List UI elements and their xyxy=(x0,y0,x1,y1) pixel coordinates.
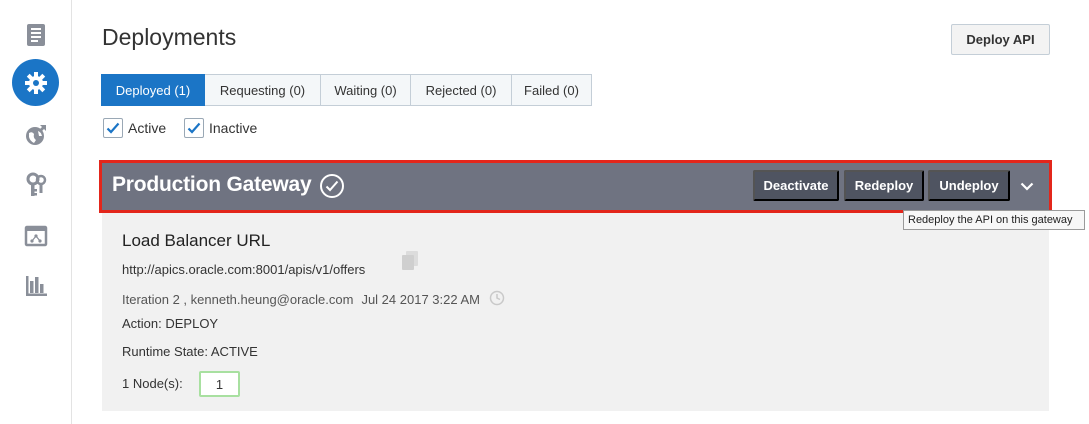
keys-icon[interactable] xyxy=(14,163,58,207)
nodes-input[interactable]: 1 xyxy=(199,371,240,397)
runtime-state-text: Runtime State: ACTIVE xyxy=(122,344,258,359)
bar-chart-icon[interactable] xyxy=(14,264,58,308)
tab-requesting[interactable]: Requesting (0) xyxy=(205,74,321,106)
iteration-user: Iteration 2 , kenneth.heung@oracle.com xyxy=(122,292,354,307)
redeploy-tooltip: Redeploy the API on this gateway xyxy=(903,210,1085,230)
status-tabs: Deployed (1) Requesting (0) Waiting (0) … xyxy=(101,74,592,106)
checkmark-icon xyxy=(187,122,201,134)
load-balancer-title: Load Balancer URL xyxy=(122,231,271,250)
checkmark-icon xyxy=(106,122,120,134)
active-checkbox[interactable] xyxy=(103,118,123,138)
tab-rejected[interactable]: Rejected (0) xyxy=(411,74,512,106)
nodes-label: 1 Node(s): xyxy=(122,376,183,391)
deploy-date: Jul 24 2017 3:22 AM xyxy=(361,292,480,307)
tab-failed[interactable]: Failed (0) xyxy=(512,74,592,106)
action-text: Action: DEPLOY xyxy=(122,316,219,331)
gateway-highlight-outline xyxy=(99,160,1052,213)
active-filter[interactable]: Active xyxy=(103,118,166,138)
iteration-info: Iteration 2 , kenneth.heung@oracle.com J… xyxy=(122,290,505,309)
page-title: Deployments xyxy=(102,24,237,50)
tab-deployed[interactable]: Deployed (1) xyxy=(101,74,205,106)
sidebar xyxy=(0,0,72,424)
load-balancer-url: http://apics.oracle.com:8001/apis/v1/off… xyxy=(122,262,366,277)
document-list-icon[interactable] xyxy=(14,13,58,57)
copy-icon[interactable] xyxy=(400,250,420,277)
gear-icon[interactable] xyxy=(12,59,59,106)
gateway-details: Load Balancer URL http://apics.oracle.co… xyxy=(102,213,1049,411)
app-window-icon[interactable] xyxy=(14,214,58,258)
clock-icon xyxy=(489,290,505,309)
active-label: Active xyxy=(128,120,167,136)
inactive-checkbox[interactable] xyxy=(184,118,204,138)
tab-waiting[interactable]: Waiting (0) xyxy=(321,74,411,106)
inactive-label: Inactive xyxy=(209,120,258,136)
deploy-api-button[interactable]: Deploy API xyxy=(951,24,1050,55)
inactive-filter[interactable]: Inactive xyxy=(184,118,257,138)
globe-icon[interactable] xyxy=(14,113,58,157)
